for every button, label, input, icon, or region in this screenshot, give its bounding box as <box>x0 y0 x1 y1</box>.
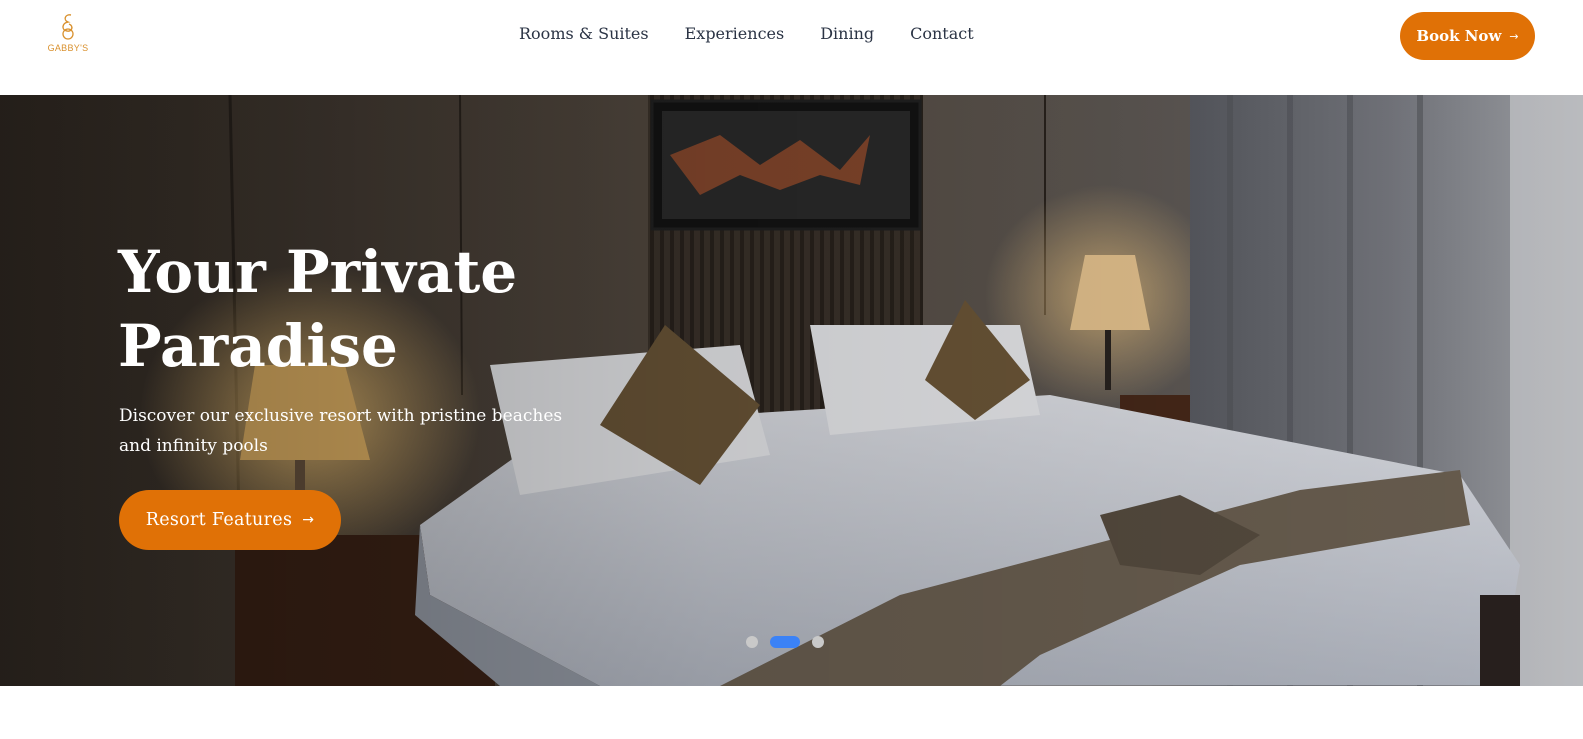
book-now-button[interactable]: Book Now → <box>1400 12 1535 60</box>
carousel-dot-2-active[interactable] <box>770 636 800 648</box>
carousel-indicators <box>746 636 824 648</box>
hero-title: Your Private Paradise <box>118 238 518 380</box>
carousel-dot-1[interactable] <box>746 636 758 648</box>
resort-features-button[interactable]: Resort Features → <box>119 490 341 550</box>
nav-item-rooms-suites[interactable]: Rooms & Suites <box>519 24 649 43</box>
logo-text: GABBY'S <box>47 43 89 53</box>
logo[interactable]: GABBY'S <box>44 12 92 60</box>
nav-item-experiences[interactable]: Experiences <box>685 24 785 43</box>
book-now-label: Book Now <box>1416 27 1502 45</box>
arrow-right-icon: → <box>302 512 315 528</box>
nav-item-dining[interactable]: Dining <box>820 24 874 43</box>
resort-features-label: Resort Features <box>145 510 293 530</box>
site-header: GABBY'S Rooms & Suites Experiences Dinin… <box>0 0 1583 95</box>
arrow-right-icon: → <box>1509 29 1519 43</box>
carousel-dot-3[interactable] <box>812 636 824 648</box>
nav-item-contact[interactable]: Contact <box>910 24 974 43</box>
hero-subtitle: Discover our exclusive resort with prist… <box>119 406 563 456</box>
logo-monogram-icon <box>62 14 74 40</box>
main-nav: Rooms & Suites Experiences Dining Contac… <box>519 24 974 43</box>
hero-overlay <box>0 95 1583 686</box>
hero-banner: Your Private Paradise Discover our exclu… <box>0 95 1583 686</box>
